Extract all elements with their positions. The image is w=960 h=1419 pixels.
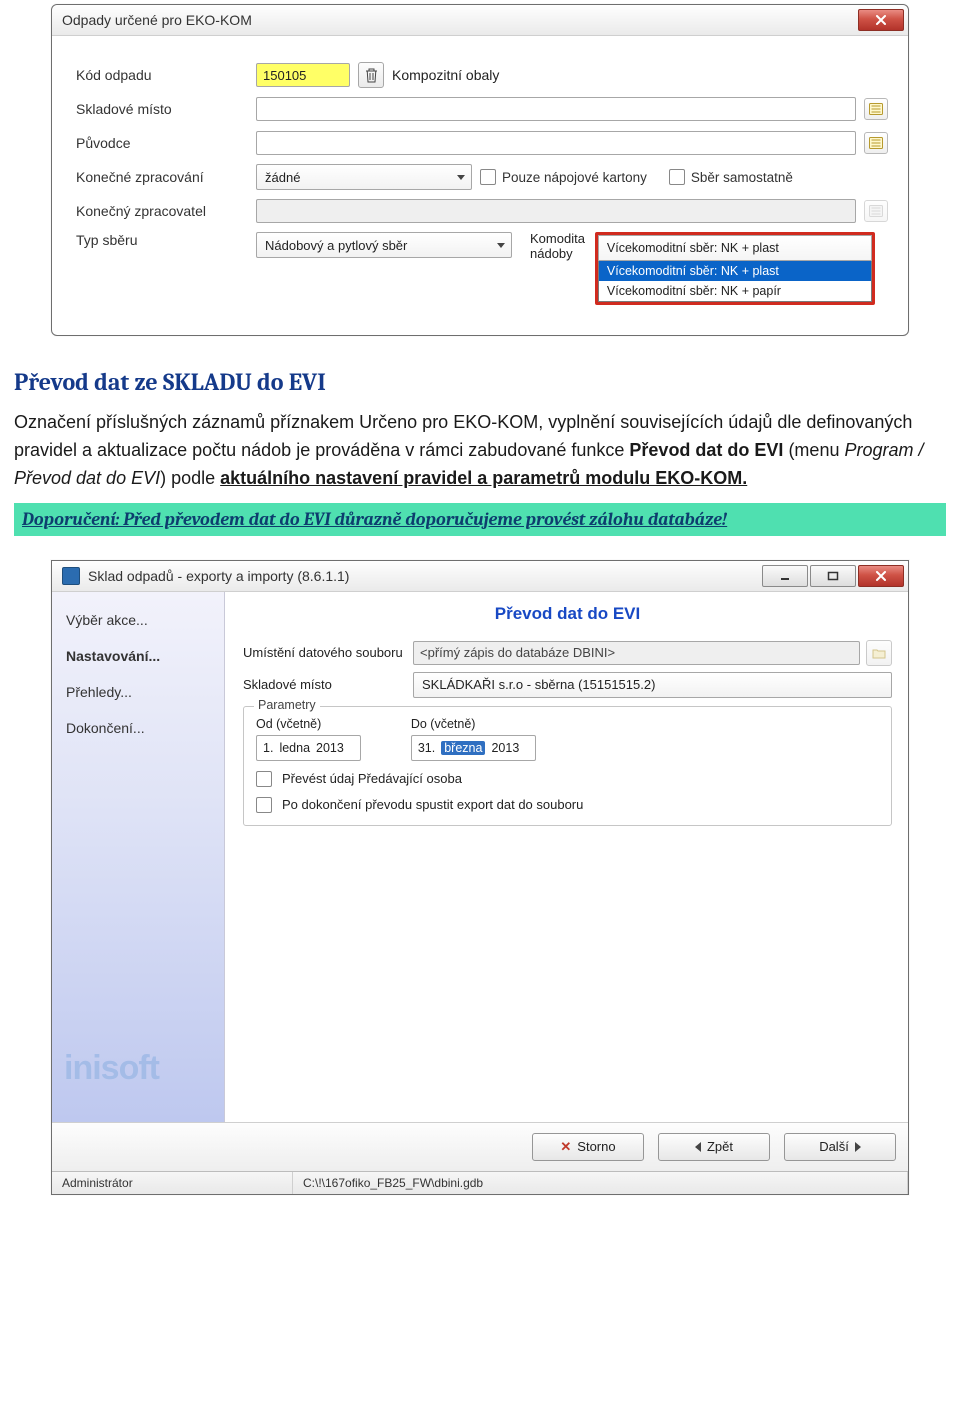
dialog-odpady-ekokom: Odpady určené pro EKO-KOM Kód odpadu 150… bbox=[51, 4, 909, 336]
browse-file-button bbox=[866, 640, 892, 666]
lookup-zpracovatel-button bbox=[864, 200, 888, 222]
fieldset-legend: Parametry bbox=[254, 698, 320, 712]
label-komodita-nadoby: Komodita nádoby bbox=[530, 232, 585, 262]
label-skladove-misto: Skladové místo bbox=[76, 101, 256, 117]
select-value: SKLÁDKAŘI s.r.o - sběrna (15151515.2) bbox=[422, 677, 655, 692]
folder-open-icon bbox=[872, 647, 886, 659]
checkbox-icon bbox=[256, 797, 272, 813]
maximize-icon bbox=[827, 571, 839, 581]
page-title: Převod dat do EVI bbox=[243, 604, 892, 624]
checkbox-sber-samostatne[interactable]: Sběr samostatně bbox=[669, 169, 793, 185]
date-to[interactable]: 31. března 2013 bbox=[411, 735, 536, 761]
dalsi-button[interactable]: Další bbox=[784, 1133, 896, 1161]
zpet-button[interactable]: Zpět bbox=[658, 1133, 770, 1161]
select-skladove-misto[interactable]: SKLÁDKAŘI s.r.o - sběrna (15151515.2) bbox=[413, 672, 892, 698]
select-value: žádné bbox=[265, 170, 300, 185]
fieldset-parametry: Parametry Od (včetně) 1. ledna 2013 bbox=[243, 706, 892, 826]
checkbox-icon bbox=[480, 169, 496, 185]
window-title: Sklad odpadů - exporty a importy (8.6.1.… bbox=[88, 568, 349, 584]
label-puvodce: Původce bbox=[76, 135, 256, 151]
label-kod-odpadu: Kód odpadu bbox=[76, 67, 256, 83]
label-konecny-zpracovatel: Konečný zpracovatel bbox=[76, 203, 256, 219]
label-umisteni: Umístění datového souboru bbox=[243, 645, 413, 660]
input-puvodce[interactable] bbox=[256, 131, 856, 155]
brand-logo: inisoft bbox=[64, 1049, 159, 1088]
input-kod-odpadu[interactable]: 150105 bbox=[256, 63, 350, 87]
wizard-step-nastavovani[interactable]: Nastavování... bbox=[52, 638, 224, 674]
date-from[interactable]: 1. ledna 2013 bbox=[256, 735, 361, 761]
highlight-box: Vícekomoditní sběr: NK + plast Vícekomod… bbox=[595, 232, 875, 305]
chevron-down-icon bbox=[497, 243, 505, 248]
input-konecny-zpracovatel bbox=[256, 199, 856, 223]
label-date-od: Od (včetně) bbox=[256, 717, 361, 731]
label-typ-sberu: Typ sběru bbox=[76, 232, 256, 248]
checkbox-prevest-predavajici[interactable]: Převést údaj Předávající osoba bbox=[256, 771, 879, 787]
list-icon bbox=[869, 103, 883, 115]
status-bar: Administrátor C:\!\167ofiko_FB25_FW\dbin… bbox=[52, 1171, 908, 1194]
recommendation-bar: Doporučení: Před převodem dat do EVI důr… bbox=[14, 503, 946, 536]
label-konecne-zpracovani: Konečné zpracování bbox=[76, 169, 256, 185]
maximize-button[interactable] bbox=[810, 565, 856, 587]
lookup-puvodce-button[interactable] bbox=[864, 132, 888, 154]
wizard-button-bar: ✕ Storno Zpět Další bbox=[52, 1122, 908, 1171]
select-value: Vícekomoditní sběr: NK + plast bbox=[607, 241, 779, 255]
checkbox-napojove-kartony[interactable]: Pouze nápojové kartony bbox=[480, 169, 647, 185]
dropdown-option[interactable]: Vícekomoditní sběr: NK + plast bbox=[599, 261, 871, 281]
body-text: Převod dat ze SKLADU do EVI Označení pří… bbox=[14, 364, 946, 493]
chevron-down-icon bbox=[457, 175, 465, 180]
list-icon bbox=[869, 137, 883, 149]
wizard-step-dokonceni[interactable]: Dokončení... bbox=[52, 710, 224, 746]
checkbox-icon bbox=[256, 771, 272, 787]
status-user: Administrátor bbox=[52, 1172, 293, 1194]
input-umisteni: <přímý zápis do databáze DBINI> bbox=[413, 641, 860, 665]
close-icon bbox=[875, 15, 887, 25]
x-icon: ✕ bbox=[560, 1139, 571, 1155]
arrow-left-icon bbox=[695, 1142, 701, 1152]
dropdown-option[interactable]: Vícekomoditní sběr: NK + papír bbox=[599, 281, 871, 301]
titlebar: Sklad odpadů - exporty a importy (8.6.1.… bbox=[52, 561, 908, 592]
wizard-step-vyber-akce[interactable]: Výběr akce... bbox=[52, 602, 224, 638]
status-path: C:\!\167ofiko_FB25_FW\dbini.gdb bbox=[293, 1172, 908, 1194]
wizard-sidebar: Výběr akce... Nastavování... Přehledy...… bbox=[52, 592, 225, 1122]
close-button[interactable] bbox=[858, 9, 904, 31]
dropdown-list: Vícekomoditní sběr: NK + plast Vícekomod… bbox=[598, 261, 872, 302]
storno-button[interactable]: ✕ Storno bbox=[532, 1133, 644, 1161]
label-date-do: Do (včetně) bbox=[411, 717, 536, 731]
titlebar: Odpady určené pro EKO-KOM bbox=[52, 5, 908, 36]
kod-description: Kompozitní obaly bbox=[392, 67, 499, 83]
section-heading: Převod dat ze SKLADU do EVI bbox=[14, 364, 946, 401]
app-icon bbox=[62, 567, 80, 585]
select-konecne-zpracovani[interactable]: žádné bbox=[256, 164, 472, 190]
lookup-skladove-misto-button[interactable] bbox=[864, 98, 888, 120]
select-typ-sberu[interactable]: Nádobový a pytlový sběr bbox=[256, 232, 512, 258]
select-komodita-nadoby[interactable]: Vícekomoditní sběr: NK + plast bbox=[598, 235, 872, 261]
select-value: Nádobový a pytlový sběr bbox=[265, 238, 407, 253]
input-skladove-misto[interactable] bbox=[256, 97, 856, 121]
window-title: Odpady určené pro EKO-KOM bbox=[62, 12, 252, 28]
list-icon bbox=[869, 205, 883, 217]
checkbox-icon bbox=[669, 169, 685, 185]
minimize-button[interactable] bbox=[762, 565, 808, 587]
wizard-step-prehledy[interactable]: Přehledy... bbox=[52, 674, 224, 710]
dialog-sklad-export-import: Sklad odpadů - exporty a importy (8.6.1.… bbox=[51, 560, 909, 1195]
label-skladove-misto: Skladové místo bbox=[243, 677, 413, 692]
close-icon bbox=[875, 571, 887, 581]
close-button[interactable] bbox=[858, 565, 904, 587]
trash-icon bbox=[365, 68, 378, 83]
minimize-icon bbox=[779, 571, 791, 581]
clear-kod-button[interactable] bbox=[358, 62, 384, 88]
checkbox-po-dokonceni-export[interactable]: Po dokončení převodu spustit export dat … bbox=[256, 797, 879, 813]
arrow-right-icon bbox=[855, 1142, 861, 1152]
